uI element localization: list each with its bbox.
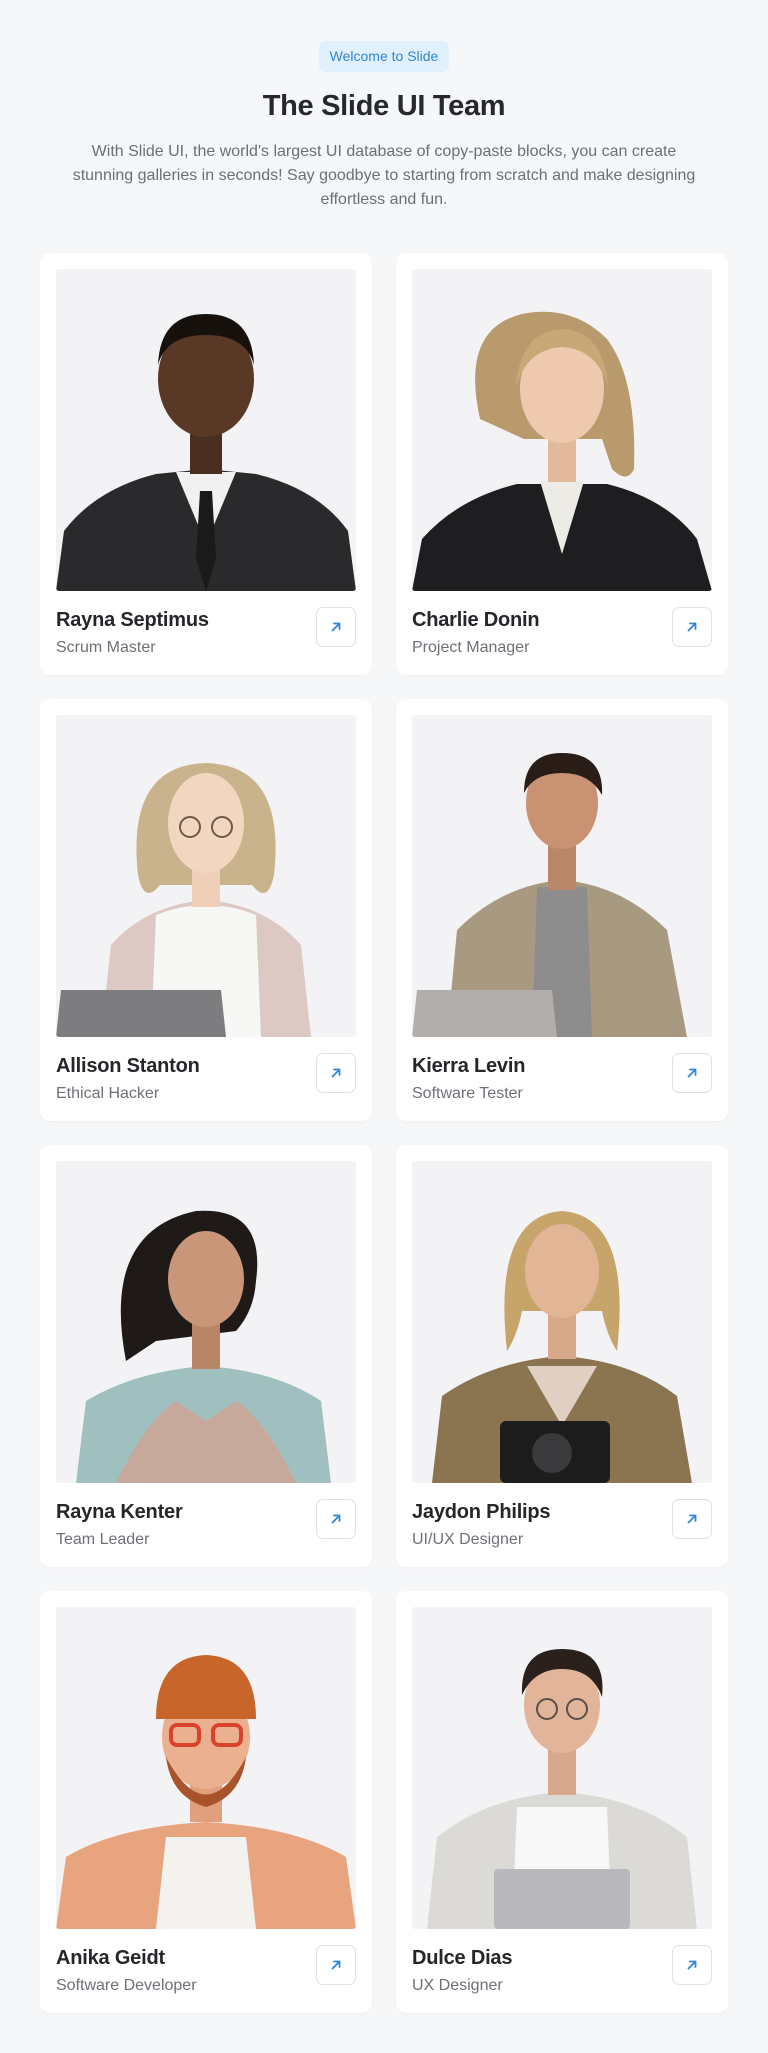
profile-link-button[interactable] [672,1053,712,1093]
portrait-image [76,1210,331,1483]
welcome-badge: Welcome to Slide [318,41,450,72]
portrait-image [56,763,311,1037]
member-photo [412,1607,712,1929]
member-role: UX Designer [412,1977,503,1994]
arrow-up-right-icon [687,1960,697,1970]
arrow-up-right-icon [687,1514,697,1524]
team-card: Rayna Septimus Scrum Master [40,253,372,675]
profile-link-button[interactable] [672,1499,712,1539]
member-name: Rayna Kenter [56,1501,183,1523]
team-card: Dulce Dias UX Designer [396,1591,728,2013]
team-card: Jaydon Philips UI/UX Designer [396,1145,728,1567]
page-header: Welcome to Slide The Slide UI Team With … [0,0,768,212]
member-name: Dulce Dias [412,1947,513,1969]
member-role: UI/UX Designer [412,1531,524,1548]
member-photo [56,1161,356,1483]
portrait-image [427,1649,697,1929]
member-photo [56,269,356,591]
team-card: Charlie Donin Project Manager [396,253,728,675]
member-name: Charlie Donin [412,609,540,631]
member-role: Team Leader [56,1531,150,1548]
profile-link-button[interactable] [672,1945,712,1985]
member-role: Scrum Master [56,639,156,656]
portrait-image [56,1655,356,1929]
team-grid: Rayna Septimus Scrum Master Charlie Doni… [40,253,728,2013]
portrait-image [56,314,356,591]
team-card: Kierra Levin Software Tester [396,699,728,1121]
member-name: Anika Geidt [56,1947,165,1969]
member-name: Kierra Levin [412,1055,526,1077]
member-photo [412,269,712,591]
member-name: Rayna Septimus [56,609,209,631]
member-role: Project Manager [412,639,530,656]
team-card: Anika Geidt Software Developer [40,1591,372,2013]
profile-link-button[interactable] [316,1499,356,1539]
member-name: Allison Stanton [56,1055,200,1077]
member-photo [56,715,356,1037]
profile-link-button[interactable] [316,1053,356,1093]
arrow-up-right-icon [331,622,341,632]
member-role: Ethical Hacker [56,1085,160,1102]
portrait-image [412,311,712,591]
member-name: Jaydon Philips [412,1501,551,1523]
arrow-up-right-icon [331,1514,341,1524]
member-photo [412,1161,712,1483]
profile-link-button[interactable] [316,1945,356,1985]
team-card: Rayna Kenter Team Leader [40,1145,372,1567]
arrow-up-right-icon [687,1068,697,1078]
portrait-image [412,753,687,1037]
member-role: Software Developer [56,1977,197,1994]
arrow-up-right-icon [687,622,697,632]
portrait-image [432,1211,692,1483]
member-photo [56,1607,356,1929]
team-card: Allison Stanton Ethical Hacker [40,699,372,1121]
arrow-up-right-icon [331,1960,341,1970]
member-photo [412,715,712,1037]
member-role: Software Tester [412,1085,523,1102]
profile-link-button[interactable] [316,607,356,647]
arrow-up-right-icon [331,1068,341,1078]
page-subtitle: With Slide UI, the world's largest UI da… [72,143,696,208]
page-title: The Slide UI Team [262,90,506,122]
profile-link-button[interactable] [672,607,712,647]
